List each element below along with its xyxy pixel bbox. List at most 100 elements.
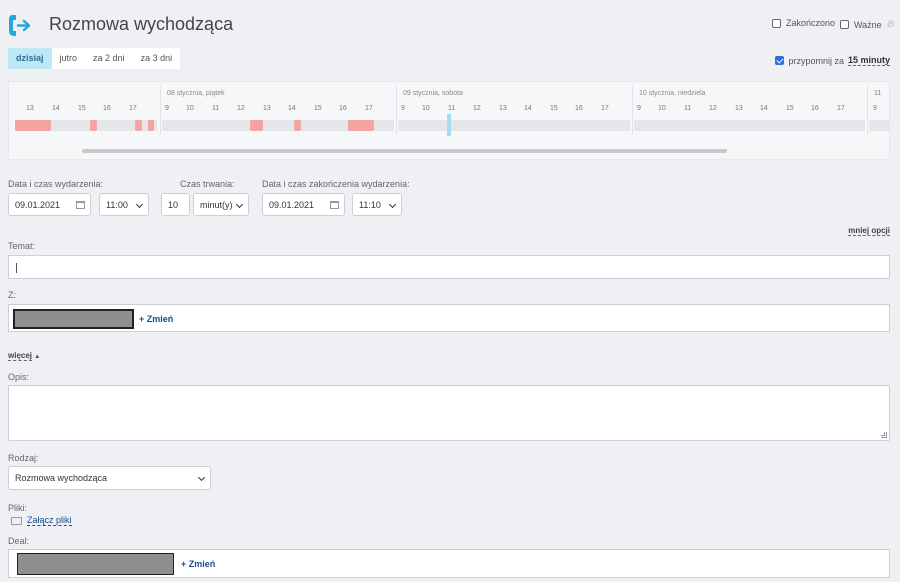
timeline-hour: 17 — [365, 105, 373, 112]
timeline-busy-slot — [15, 120, 51, 131]
timeline-busy-slot — [348, 120, 374, 131]
end-date-input[interactable]: 09.01.2021 — [262, 193, 345, 216]
timeline-hour: 16 — [103, 105, 111, 112]
timeline-hour: 9 — [165, 105, 169, 112]
timeline-hour: 12 — [237, 105, 245, 112]
important-checkbox[interactable]: Ważne 🔥︎ — [840, 18, 895, 31]
chevron-down-icon — [197, 473, 206, 482]
from-change-link[interactable]: + Zmień — [139, 314, 173, 324]
reminder: przypomnij za 15 minuty — [775, 55, 890, 66]
type-label: Rodzaj: — [8, 453, 39, 463]
timeline-hour: 17 — [129, 105, 137, 112]
start-datetime-label: Data i czas wydarzenia: — [8, 179, 104, 189]
timeline-hour: 14 — [524, 105, 532, 112]
start-date-value: 09.01.2021 — [15, 199, 61, 210]
resize-handle-icon[interactable] — [881, 432, 887, 438]
timeline-hour: 16 — [811, 105, 819, 112]
completed-checkbox-box[interactable] — [772, 18, 781, 28]
timeline-hour: 15 — [550, 105, 558, 112]
end-date-value: 09.01.2021 — [269, 199, 315, 210]
calendar-icon[interactable] — [76, 201, 85, 209]
deal-redacted — [17, 553, 174, 575]
attach-files-label: Załącz pliki — [27, 515, 72, 526]
type-value: Rozmowa wychodząca — [15, 473, 108, 483]
timeline-hour: 12 — [709, 105, 717, 112]
timeline-hour: 10 — [658, 105, 666, 112]
timeline-busy-slot — [90, 120, 97, 131]
timeline-hour: 13 — [263, 105, 271, 112]
page-title: Rozmowa wychodząca — [49, 14, 234, 34]
tab-today[interactable]: dzisiaj — [8, 48, 52, 69]
duration-label: Czas trwania: — [180, 179, 235, 189]
timeline-day-separator — [632, 86, 633, 134]
start-date-input[interactable]: 09.01.2021 — [8, 193, 91, 216]
timeline-hour: 15 — [314, 105, 322, 112]
end-datetime-label: Data i czas zakończenia wydarzenia: — [262, 179, 410, 189]
timeline-hour: 11 — [212, 105, 220, 112]
timeline-busy-slot — [294, 120, 301, 131]
more-toggle-label: więcej — [8, 351, 33, 361]
duration-input[interactable]: 10 — [161, 193, 190, 216]
timeline-hour: 12 — [473, 105, 481, 112]
timeline-hour: 13 — [735, 105, 743, 112]
deal-change-link[interactable]: + Zmień — [181, 559, 215, 569]
timeline-hour: 11 — [684, 105, 692, 112]
text-cursor — [16, 263, 17, 273]
duration-unit-select[interactable]: minut(y) — [193, 193, 249, 216]
timeline-hour: 13 — [26, 105, 34, 112]
timeline-hour: 14 — [760, 105, 768, 112]
chevron-down-icon — [388, 200, 397, 209]
important-label: Ważne — [854, 19, 882, 30]
timeline-hour: 13 — [499, 105, 507, 112]
tab-in-3-days[interactable]: za 3 dni — [132, 48, 181, 69]
timeline-hour: 11 — [448, 105, 456, 112]
flame-icon: 🔥︎ — [886, 18, 895, 30]
timeline-hour: 17 — [601, 105, 609, 112]
reminder-value-dropdown[interactable]: 15 minuty — [847, 55, 890, 66]
subject-label: Temat: — [8, 241, 36, 251]
attach-files-link[interactable]: Załącz pliki — [11, 515, 72, 526]
deal-field: + Zmień — [8, 549, 890, 578]
timeline-day-separator — [396, 86, 397, 134]
subject-input[interactable] — [8, 255, 890, 279]
timeline-hour: 17 — [837, 105, 845, 112]
timeline-busy-slot — [250, 120, 263, 131]
timeline-track — [869, 120, 889, 131]
timeline-day-label: 09 stycznia, sobota — [403, 90, 463, 97]
chevron-down-icon — [235, 200, 244, 209]
timeline-day-label: 08 stycznia, piątek — [167, 90, 225, 97]
completed-label: Zakończono — [786, 18, 836, 28]
type-select[interactable]: Rozmowa wychodząca — [8, 466, 211, 490]
reminder-label: przypomnij za — [788, 55, 844, 66]
timeline-hour: 9 — [637, 105, 641, 112]
timeline-hour: 16 — [575, 105, 583, 112]
deal-label: Deal: — [8, 536, 30, 546]
timeline-hour: 14 — [52, 105, 60, 112]
timeline-hour: 15 — [786, 105, 794, 112]
files-label: Pliki: — [8, 503, 28, 513]
tab-tomorrow[interactable]: jutro — [51, 48, 86, 69]
end-time-select[interactable]: 11:10 — [352, 193, 402, 216]
completed-checkbox[interactable]: Zakończono — [772, 18, 835, 28]
more-toggle[interactable]: więcej ▲ — [8, 351, 41, 361]
start-time-select[interactable]: 11:00 — [99, 193, 149, 216]
less-options-link[interactable]: mniej opcji — [848, 226, 890, 236]
timeline-track — [398, 120, 630, 131]
important-checkbox-box[interactable] — [840, 20, 849, 29]
timeline-hour: 11 — [874, 90, 882, 97]
description-label: Opis: — [8, 372, 30, 382]
timeline-selected-slot[interactable] — [447, 114, 451, 136]
timeline-busy-slot — [148, 120, 154, 131]
reminder-checkbox[interactable] — [775, 56, 785, 65]
timeline-scrollbar[interactable] — [82, 149, 727, 153]
day-tabs: dzisiaj jutro za 2 dni za 3 dni — [8, 48, 181, 69]
availability-timeline[interactable]: 08 stycznia, piątek 09 stycznia, sobota … — [8, 81, 890, 160]
calendar-icon[interactable] — [330, 201, 339, 209]
tab-in-2-days[interactable]: za 2 dni — [85, 48, 133, 69]
start-time-value: 11:00 — [106, 199, 128, 210]
from-field: + Zmień — [8, 304, 890, 332]
description-textarea[interactable] — [8, 385, 890, 441]
caret-up-icon: ▲ — [34, 354, 41, 360]
timeline-hour: 9 — [873, 105, 877, 112]
timeline-hour: 9 — [401, 105, 405, 112]
